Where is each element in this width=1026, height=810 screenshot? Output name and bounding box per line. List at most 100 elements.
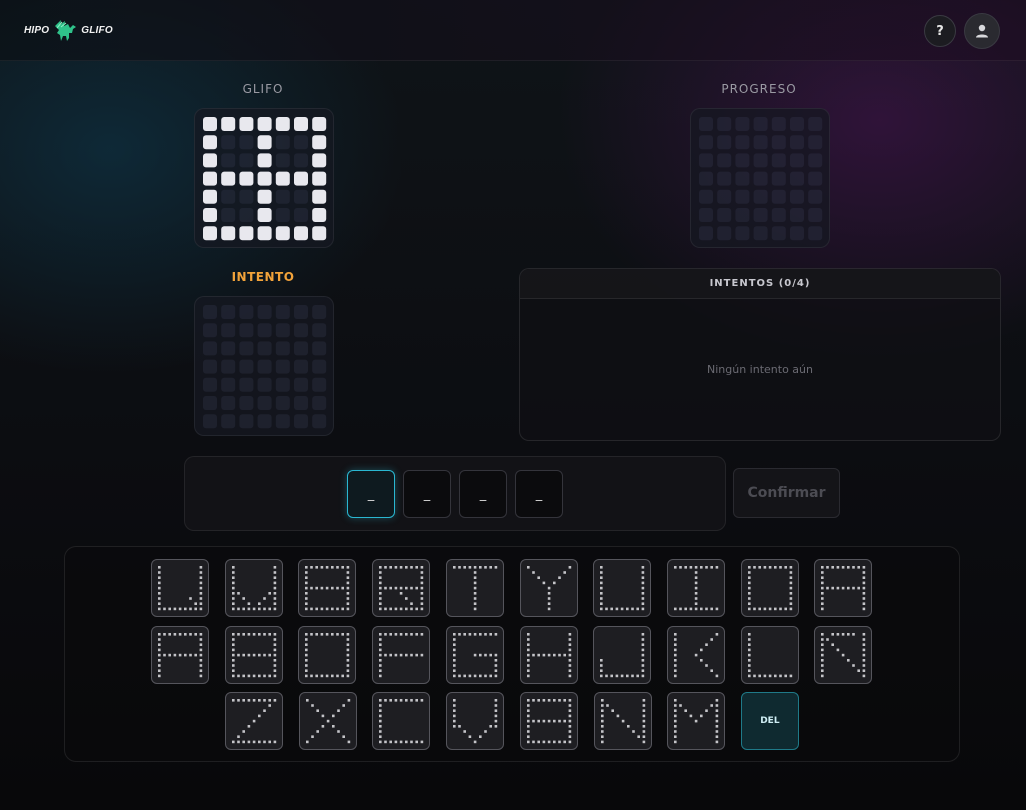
key-glyph-dot — [473, 571, 477, 574]
key-o[interactable] — [740, 559, 799, 617]
input-slot-3[interactable]: _ — [459, 470, 507, 518]
key-glyph-dot — [557, 653, 561, 657]
key-glyph-dot — [400, 740, 403, 744]
input-slot-2[interactable]: _ — [403, 470, 451, 518]
key-glyph-dot — [641, 576, 645, 579]
key-glyph-dot — [526, 735, 530, 738]
key-glyph-dot — [158, 566, 161, 569]
glifo-pixel — [257, 171, 272, 186]
key-glyph-dot — [310, 704, 314, 707]
key-glyph-dot — [379, 607, 382, 611]
key-f[interactable] — [372, 626, 431, 684]
key-glyph-dot — [415, 607, 419, 611]
key-glyph-dot — [747, 674, 751, 678]
user-button[interactable] — [964, 13, 1000, 49]
key-glyph-dot — [783, 674, 787, 678]
key-glyph-dot — [526, 704, 530, 707]
key-glyph-dot — [862, 592, 866, 595]
key-s[interactable] — [224, 626, 283, 684]
progreso-pixel — [790, 208, 804, 222]
key-glyph-dot — [641, 633, 645, 636]
key-glyph-dot — [199, 669, 203, 672]
key-glyph-dot — [568, 638, 571, 641]
confirm-button[interactable]: Confirmar — [733, 468, 840, 518]
key-glyph-dot — [452, 643, 456, 646]
key-g[interactable] — [445, 626, 504, 684]
key-a[interactable] — [151, 626, 209, 684]
key-glyph-dot — [231, 653, 235, 657]
key-n[interactable] — [593, 692, 652, 750]
progreso-pixel — [753, 208, 768, 222]
key-glyph-dot — [189, 653, 192, 657]
key-glyph-dot — [642, 714, 645, 718]
key-glyph-dot — [852, 664, 856, 667]
key-m[interactable] — [667, 692, 726, 750]
logo[interactable]: HIPO GLIFO — [24, 16, 113, 44]
progreso-pixel — [735, 135, 750, 150]
key-glyph-dot — [568, 709, 571, 712]
key-glyph-dot — [562, 571, 566, 574]
intento-pixel — [275, 359, 290, 374]
key-glyph-dot — [568, 669, 571, 672]
key-c[interactable] — [372, 692, 431, 750]
key-glyph-dot — [231, 648, 235, 652]
glifo-pixel — [203, 135, 217, 150]
key-glyph-dot — [821, 664, 824, 667]
key-glyph-dot — [600, 709, 604, 712]
key-glyph-dot — [231, 586, 235, 590]
intento-pixel — [294, 377, 308, 392]
key-z[interactable] — [225, 692, 283, 750]
key-glyph-dot — [163, 633, 166, 636]
key-q[interactable] — [151, 559, 209, 617]
progreso-pixel — [735, 153, 750, 168]
help-button[interactable]: ? — [924, 15, 956, 47]
key-glyph — [821, 633, 866, 678]
key-glyph-dot — [315, 607, 319, 611]
key-i[interactable] — [666, 559, 725, 617]
input-slot-1[interactable]: _ — [347, 470, 395, 518]
key-glyph-dot — [399, 633, 403, 636]
delete-key[interactable]: DEL — [740, 692, 799, 750]
key-glyph-dot — [410, 602, 413, 605]
glifo-pixel — [257, 135, 272, 150]
key-glyph-dot — [341, 674, 345, 678]
key-glyph-dot — [242, 699, 245, 702]
key-glyph-dot — [262, 653, 266, 657]
key-glyph-dot — [600, 597, 603, 600]
key-e[interactable] — [298, 559, 357, 617]
key-glyph-dot — [158, 669, 161, 672]
key-p[interactable] — [814, 559, 873, 617]
glifo-pixel — [275, 153, 290, 168]
key-glyph-dot — [568, 704, 571, 707]
key-w[interactable] — [224, 559, 283, 617]
glifo-pixel — [257, 189, 272, 204]
key-glyph-dot — [305, 664, 308, 667]
key-k[interactable] — [666, 626, 725, 684]
key-glyph-dot — [305, 648, 308, 652]
key-x[interactable] — [298, 692, 357, 750]
key-d[interactable] — [298, 626, 357, 684]
key-u[interactable] — [593, 559, 652, 617]
intento-pixel — [312, 359, 327, 374]
key-t[interactable] — [445, 559, 504, 617]
progreso-pixel — [699, 135, 713, 150]
key-glyph-dot — [679, 704, 682, 707]
key-glyph-dot — [715, 714, 719, 718]
key-j[interactable] — [593, 626, 652, 684]
key-ñ[interactable] — [814, 626, 873, 684]
key-h[interactable] — [519, 626, 578, 684]
key-y[interactable] — [519, 559, 578, 617]
key-glyph — [231, 633, 276, 678]
key-v[interactable] — [446, 692, 505, 750]
glifo-pixel — [294, 208, 308, 222]
key-glyph-dot — [600, 664, 603, 667]
input-slot-4[interactable]: _ — [515, 470, 563, 518]
key-b[interactable] — [519, 692, 578, 750]
key-glyph-dot — [453, 699, 456, 702]
key-glyph-dot — [494, 653, 497, 657]
key-glyph-dot — [600, 592, 603, 595]
key-glyph-dot — [184, 607, 187, 611]
key-l[interactable] — [740, 626, 799, 684]
key-glyph-dot — [331, 607, 334, 611]
key-r[interactable] — [372, 559, 431, 617]
